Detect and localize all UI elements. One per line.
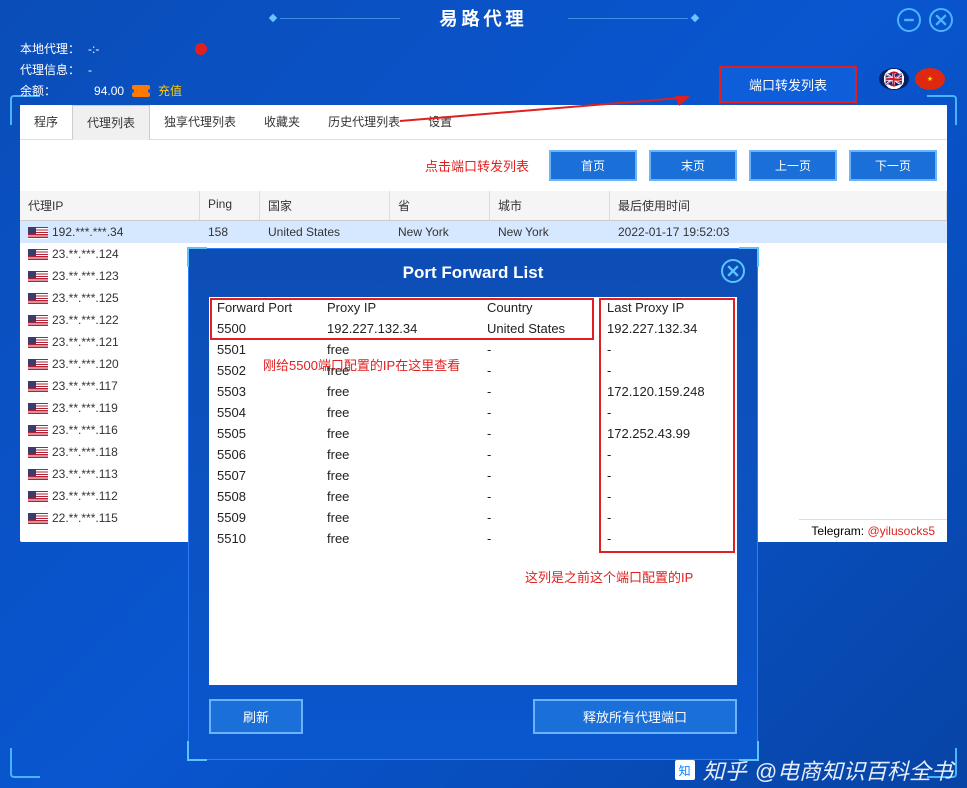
flag-us-icon bbox=[28, 271, 48, 283]
flag-us-icon bbox=[28, 359, 48, 371]
annotation-text: 这列是之前这个端口配置的IP bbox=[525, 567, 693, 586]
col-ip: 代理IP bbox=[20, 191, 200, 220]
col-last-used: 最后使用时间 bbox=[610, 191, 947, 220]
header-info: 本地代理： -:- 代理信息： - 余额： 94.00 充值 端口转发列表 🇬🇧… bbox=[0, 36, 967, 111]
minimize-button[interactable] bbox=[897, 8, 921, 32]
col-forward-port: Forward Port bbox=[209, 297, 319, 318]
zhihu-logo-icon: 知 bbox=[675, 760, 695, 780]
flag-us-icon bbox=[28, 513, 48, 525]
recharge-link[interactable]: 充值 bbox=[158, 82, 182, 99]
table-row[interactable]: 5509free-- bbox=[209, 507, 737, 528]
tab-proxy-list[interactable]: 代理列表 bbox=[72, 105, 150, 140]
annotation-click-text: 点击端口转发列表 bbox=[425, 156, 529, 175]
next-page-button[interactable]: 下一页 bbox=[849, 150, 937, 181]
tabs: 程序 代理列表 独享代理列表 收藏夹 历史代理列表 设置 bbox=[20, 105, 947, 140]
flag-us-icon bbox=[28, 403, 48, 415]
flag-us-icon bbox=[28, 315, 48, 327]
flag-cn-icon[interactable]: ★ bbox=[915, 68, 945, 90]
tab-favorites[interactable]: 收藏夹 bbox=[250, 105, 314, 139]
col-province: 省 bbox=[390, 191, 490, 220]
table-row[interactable]: 5502free-- bbox=[209, 360, 737, 381]
port-forward-table: Forward Port Proxy IP Country Last Proxy… bbox=[209, 297, 737, 549]
port-forward-list-button[interactable]: 端口转发列表 bbox=[719, 66, 857, 103]
flag-uk-icon[interactable]: 🇬🇧 bbox=[879, 68, 909, 90]
table-row[interactable]: 5508free-- bbox=[209, 486, 737, 507]
balance-label: 余额： bbox=[20, 82, 56, 99]
modal-close-button[interactable] bbox=[721, 259, 745, 283]
local-proxy-value: -:- bbox=[88, 42, 99, 56]
telegram-bar: Telegram: @yilusocks5 bbox=[799, 519, 947, 542]
tab-history[interactable]: 历史代理列表 bbox=[314, 105, 414, 139]
titlebar: 易路代理 bbox=[0, 0, 967, 36]
table-row[interactable]: 5506free-- bbox=[209, 444, 737, 465]
col-proxy-ip: Proxy IP bbox=[319, 297, 479, 318]
close-button[interactable] bbox=[929, 8, 953, 32]
table-row[interactable]: 5500192.227.132.34United States192.227.1… bbox=[209, 318, 737, 339]
watermark: 知 知乎 @电商知识百科全书 bbox=[675, 754, 953, 786]
col-ping: Ping bbox=[200, 191, 260, 220]
port-forward-modal: Port Forward List Forward Port Proxy IP … bbox=[188, 248, 758, 760]
app-title: 易路代理 bbox=[440, 9, 528, 29]
release-all-button[interactable]: 释放所有代理端口 bbox=[533, 699, 737, 734]
proxy-info-label: 代理信息： bbox=[20, 61, 80, 78]
telegram-link[interactable]: @yilusocks5 bbox=[867, 524, 935, 538]
flag-us-icon bbox=[28, 469, 48, 481]
col-country: 国家 bbox=[260, 191, 390, 220]
balance-value: 94.00 bbox=[94, 84, 124, 98]
table-row[interactable]: 5510free-- bbox=[209, 528, 737, 549]
flag-us-icon bbox=[28, 425, 48, 437]
flag-us-icon bbox=[28, 381, 48, 393]
ticket-icon bbox=[132, 85, 150, 97]
flag-us-icon bbox=[28, 491, 48, 503]
table-row[interactable]: 192.***.***.34 158 United States New Yor… bbox=[20, 221, 947, 243]
flag-us-icon bbox=[28, 447, 48, 459]
table-row[interactable]: 5503free-172.120.159.248 bbox=[209, 381, 737, 402]
proxy-info-value: - bbox=[88, 63, 92, 77]
tab-program[interactable]: 程序 bbox=[20, 105, 72, 139]
refresh-button[interactable]: 刷新 bbox=[209, 699, 303, 734]
local-proxy-label: 本地代理： bbox=[20, 40, 80, 57]
first-page-button[interactable]: 首页 bbox=[549, 150, 637, 181]
flag-us-icon bbox=[28, 337, 48, 349]
flag-us-icon bbox=[28, 293, 48, 305]
table-row[interactable]: 5501free-- bbox=[209, 339, 737, 360]
last-page-button[interactable]: 末页 bbox=[649, 150, 737, 181]
col-country: Country bbox=[479, 297, 599, 318]
col-city: 城市 bbox=[490, 191, 610, 220]
modal-title: Port Forward List bbox=[189, 249, 757, 297]
flag-us-icon bbox=[28, 227, 48, 239]
status-dot-icon bbox=[195, 43, 207, 55]
table-row[interactable]: 5504free-- bbox=[209, 402, 737, 423]
prev-page-button[interactable]: 上一页 bbox=[749, 150, 837, 181]
flag-us-icon bbox=[28, 249, 48, 261]
tab-settings[interactable]: 设置 bbox=[414, 105, 466, 139]
col-last-proxy-ip: Last Proxy IP bbox=[599, 297, 737, 318]
tab-exclusive-proxy[interactable]: 独享代理列表 bbox=[150, 105, 250, 139]
proxy-table-header: 代理IP Ping 国家 省 城市 最后使用时间 bbox=[20, 191, 947, 221]
table-row[interactable]: 5507free-- bbox=[209, 465, 737, 486]
table-row[interactable]: 5505free-172.252.43.99 bbox=[209, 423, 737, 444]
